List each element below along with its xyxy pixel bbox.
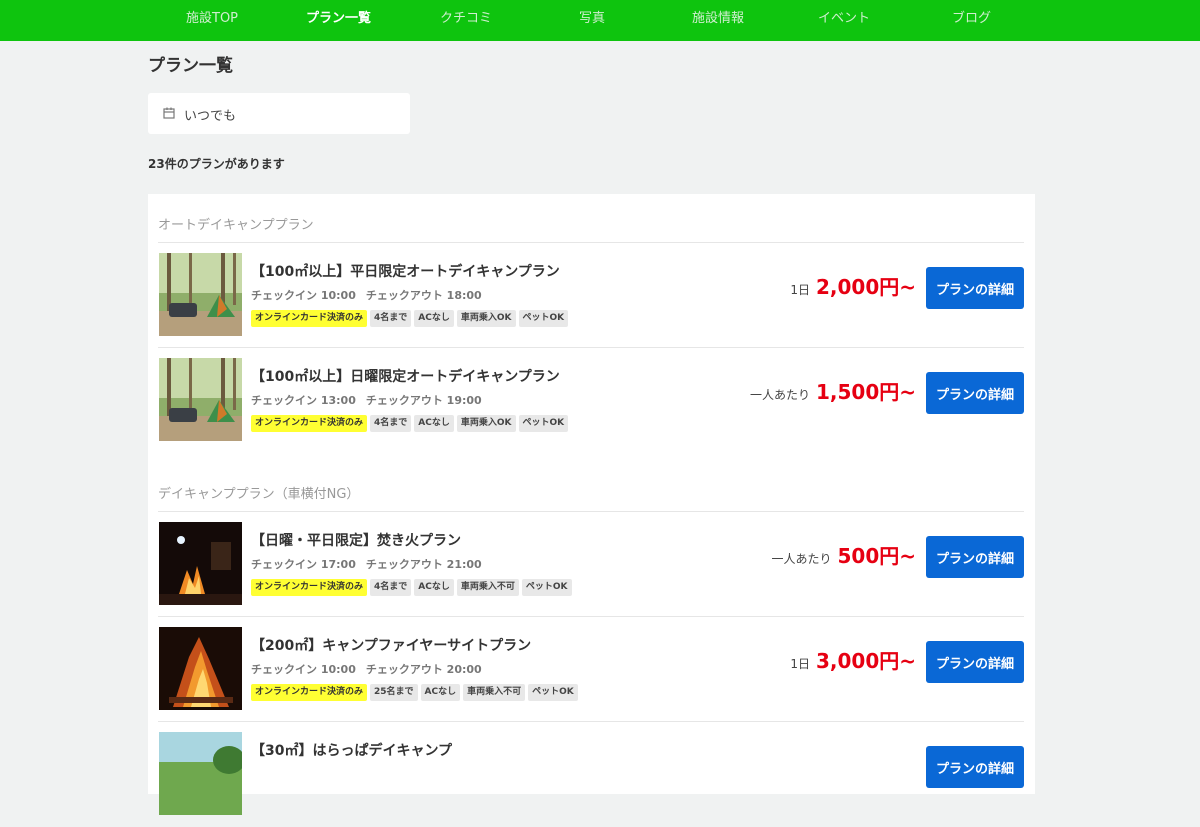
checkout-time: チェックアウト 20:00: [365, 663, 482, 676]
plan-thumbnail[interactable]: [159, 358, 242, 441]
tag-ac: ACなし: [420, 684, 461, 701]
plan-detail-button[interactable]: プランの詳細: [926, 536, 1024, 578]
checkout-time: チェックアウト 18:00: [365, 289, 482, 302]
tag-vehicle: 車両乗入不可: [463, 684, 526, 701]
plan-thumbnail[interactable]: [159, 732, 242, 815]
tab-facility-top[interactable]: 施設TOP: [186, 0, 238, 38]
plan-thumbnail[interactable]: [159, 253, 242, 336]
price-unit: 一人あたり: [771, 552, 832, 566]
tag-vehicle: 車両乗入OK: [456, 310, 516, 327]
price-unit: 1日: [790, 283, 810, 297]
plan-name[interactable]: 【日曜・平日限定】焚き火プラン: [251, 530, 461, 550]
tag-vehicle: 車両乗入OK: [456, 415, 516, 432]
tag-capacity: 4名まで: [370, 310, 412, 327]
tag-pet: ペットOK: [518, 415, 569, 432]
plan-thumbnail[interactable]: [159, 522, 242, 605]
top-navigation: 施設TOP プラン一覧 クチコミ 写真 施設情報 イベント ブログ: [0, 0, 1200, 41]
plan-detail-button[interactable]: プランの詳細: [926, 746, 1024, 788]
plan-item: 【100㎡以上】平日限定オートデイキャンプラン チェックイン 10:00 チェック…: [158, 243, 1024, 348]
checkout-time: チェックアウト 19:00: [365, 394, 482, 407]
tag-online-payment: オンラインカード決済のみ: [251, 579, 368, 596]
tag-vehicle: 車両乗入不可: [456, 579, 519, 596]
tab-reviews[interactable]: クチコミ: [440, 0, 492, 38]
checkin-time: チェックイン 10:00: [251, 663, 356, 676]
plan-tags: オンラインカード決済のみ 4名まで ACなし 車両乗入OK ペットOK: [251, 310, 569, 327]
tag-ac: ACなし: [414, 310, 454, 327]
plan-thumbnail[interactable]: [159, 627, 242, 710]
plan-count: 23件のプランがあります: [148, 157, 285, 171]
calendar-icon: [163, 107, 175, 119]
tag-pet: ペットOK: [518, 310, 569, 327]
plan-tags: オンラインカード決済のみ 4名まで ACなし 車両乗入不可 ペットOK: [251, 579, 572, 596]
price-amount: 2,000円~: [815, 275, 916, 299]
checkin-time: チェックイン 17:00: [251, 558, 356, 571]
plan-item: 【200㎡】キャンプファイヤーサイトプラン チェックイン 10:00 チェックアウ…: [158, 617, 1024, 722]
page-title: プラン一覧: [148, 56, 233, 76]
plan-item: 【100㎡以上】日曜限定オートデイキャンプラン チェックイン 13:00 チェック…: [158, 348, 1024, 453]
tab-photos[interactable]: 写真: [579, 0, 605, 38]
plan-name[interactable]: 【100㎡以上】日曜限定オートデイキャンプラン: [251, 366, 560, 386]
plan-price: 1日 2,000円~: [790, 271, 916, 300]
tag-online-payment: オンラインカード決済のみ: [251, 310, 368, 327]
plan-price: 一人あたり 1,500円~: [750, 376, 916, 405]
plan-tags: オンラインカード決済のみ 25名まで ACなし 車両乗入不可 ペットOK: [251, 684, 578, 701]
price-amount: 3,000円~: [815, 649, 916, 673]
plan-item: 【30㎡】はらっぱデイキャンプ プランの詳細: [158, 722, 1024, 827]
tab-facility-info[interactable]: 施設情報: [692, 0, 744, 38]
tag-ac: ACなし: [414, 579, 454, 596]
price-amount: 500円~: [837, 544, 916, 568]
tag-online-payment: オンラインカード決済のみ: [251, 684, 368, 701]
plan-tags: オンラインカード決済のみ 4名まで ACなし 車両乗入OK ペットOK: [251, 415, 569, 432]
plan-name[interactable]: 【200㎡】キャンプファイヤーサイトプラン: [251, 635, 531, 655]
plan-item: 【日曜・平日限定】焚き火プラン チェックイン 17:00 チェックアウト 21:0…: [158, 512, 1024, 617]
section-title-auto-day-camp: オートデイキャンププラン: [158, 218, 314, 233]
price-unit: 1日: [790, 657, 810, 671]
date-filter-label: いつでも: [184, 109, 237, 124]
tag-online-payment: オンラインカード決済のみ: [251, 415, 368, 432]
checkin-time: チェックイン 10:00: [251, 289, 356, 302]
price-unit: 一人あたり: [749, 388, 810, 402]
plan-detail-button[interactable]: プランの詳細: [926, 267, 1024, 309]
plan-name[interactable]: 【100㎡以上】平日限定オートデイキャンプラン: [251, 261, 560, 281]
tab-plan-list[interactable]: プラン一覧: [306, 0, 371, 38]
tag-pet: ペットOK: [521, 579, 572, 596]
tab-events[interactable]: イベント: [818, 0, 870, 38]
tag-capacity: 25名まで: [370, 684, 418, 701]
tag-capacity: 4名まで: [370, 579, 412, 596]
checkin-time: チェックイン 13:00: [251, 394, 356, 407]
tab-blog[interactable]: ブログ: [952, 0, 991, 38]
plan-detail-button[interactable]: プランの詳細: [926, 641, 1024, 683]
tag-capacity: 4名まで: [370, 415, 412, 432]
tag-pet: ペットOK: [528, 684, 578, 701]
section-title-day-camp: デイキャンププラン（車横付NG）: [158, 487, 360, 502]
plan-price: 一人あたり 500円~: [771, 540, 916, 569]
plan-price: 1日 3,000円~: [790, 645, 916, 674]
plan-detail-button[interactable]: プランの詳細: [926, 372, 1024, 414]
price-amount: 1,500円~: [815, 380, 916, 404]
plan-list-card: オートデイキャンププラン 【100㎡以上】平日限定オートデイキャンプラン チェッ…: [148, 194, 1035, 815]
tag-ac: ACなし: [414, 415, 454, 432]
checkout-time: チェックアウト 21:00: [365, 558, 482, 571]
date-filter-button[interactable]: いつでも: [148, 93, 410, 134]
plan-name[interactable]: 【30㎡】はらっぱデイキャンプ: [251, 740, 452, 760]
